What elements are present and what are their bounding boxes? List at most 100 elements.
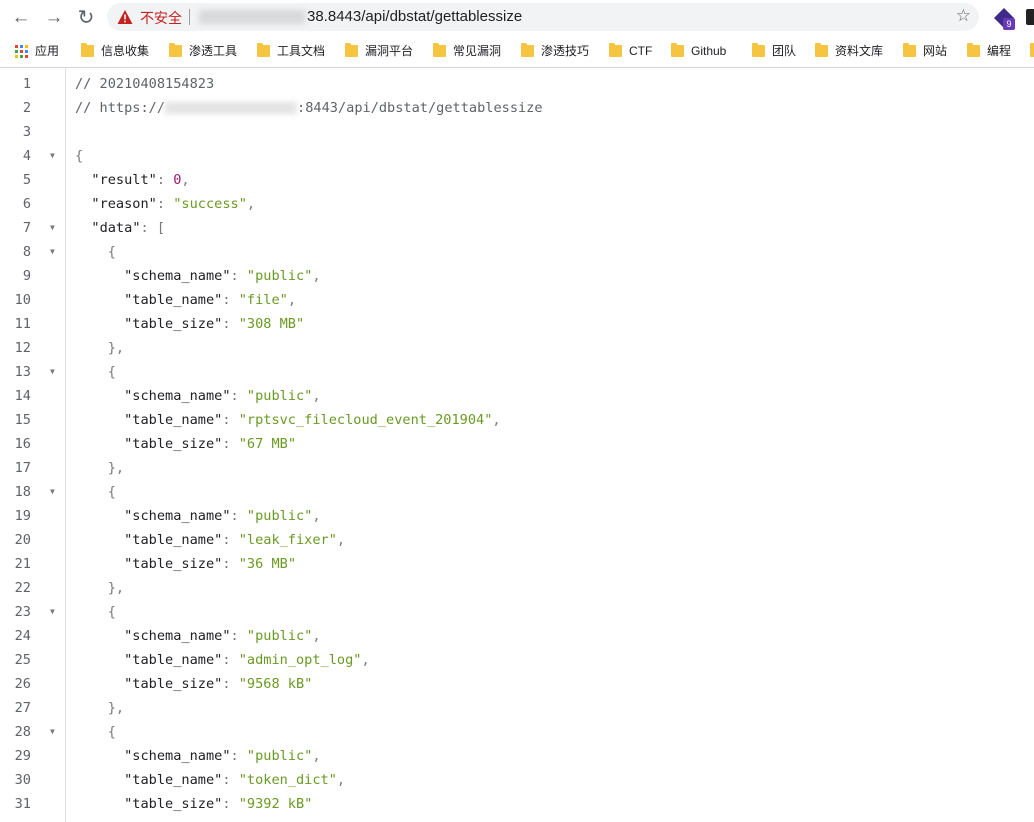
bookmark-folder-info-gathering[interactable]: 信息收集 [81,42,149,60]
json-key: result [99,172,149,188]
json-key: table_name [132,772,215,788]
line-number: 7 [22,220,31,236]
warning-icon [117,10,133,24]
line-number: 31 [14,796,31,812]
json-string: 9568 kB [246,676,305,692]
json-string: public [255,628,305,644]
code-line: 5 "result": 0, [0,168,1034,192]
line-number: 16 [14,436,31,452]
url-text[interactable]: 38.8443/api/dbstat/gettablessize [199,8,522,25]
reload-icon[interactable]: ↻ [74,6,98,30]
line-number: 28 [14,724,31,740]
folder-icon [671,43,684,57]
code-line: 22 }, [0,576,1034,600]
back-arrow-icon[interactable]: ← [9,6,33,30]
json-entry: "table_name": "rptsvc_filecloud_event_20… [75,412,501,428]
bookmark-apps[interactable]: 应用 [15,42,59,60]
bookmark-folder-programming[interactable]: 编程 [967,42,1011,60]
fold-toggle-icon[interactable]: ▼ [50,720,55,744]
code-line: 7 ▼ "data": [ [0,216,1034,240]
json-key: table_size [132,796,215,812]
fold-toggle-icon[interactable]: ▼ [50,216,55,240]
brace: { [75,484,116,500]
json-entry: "table_size": "308 MB" [75,316,305,332]
folder-icon [1030,43,1034,57]
code-line: 2 // https://:8443/api/dbstat/gettablessi… [0,96,1034,120]
json-key: schema_name [132,388,223,404]
code-line: 26 "table_size": "9568 kB" [0,672,1034,696]
bookmark-folder-pentest-tools[interactable]: 渗透工具 [169,42,237,60]
extension2-icon[interactable] [1026,9,1034,25]
bookmark-folder-library[interactable]: 资料文库 [815,42,883,60]
json-key: table_size [132,436,215,452]
apps-grid-icon [15,45,28,58]
line-number: 10 [14,292,31,308]
json-string: rptsvc_filecloud_event_201904 [246,412,485,428]
folder-icon [169,43,182,57]
url-path: 38.8443/api/dbstat/gettablessize [307,8,523,25]
code-line: 25 "table_name": "admin_opt_log", [0,648,1034,672]
browser-toolbar: ← → ↻ 不安全 38.8443/api/dbstat/gettablessi… [0,0,1034,36]
json-string: public [255,388,305,404]
code-line: 23 ▼ { [0,600,1034,624]
bookmark-folder-github[interactable]: Github [671,42,726,60]
line-number: 8 [22,244,31,260]
bookmark-folder-pentest-tips[interactable]: 渗透技巧 [521,42,589,60]
json-string: 67 MB [246,436,288,452]
bookmark-label: 漏洞平台 [365,44,414,58]
security-label[interactable]: 不安全 [140,8,182,28]
line-number: 20 [14,532,31,548]
json-entry: "schema_name": "public", [75,388,321,404]
code-line: 17 }, [0,456,1034,480]
line-number: 30 [14,772,31,788]
json-string: 36 MB [246,556,288,572]
code-line: 30 "table_name": "token_dict", [0,768,1034,792]
code-line: 20 "table_name": "leak_fixer", [0,528,1034,552]
fold-toggle-icon[interactable]: ▼ [50,480,55,504]
json-viewer: 1 // 20210408154823 2 // https://:8443/api… [0,68,1034,822]
bookmark-folder-ctf[interactable]: CTF [609,42,652,60]
json-key: schema_name [132,268,223,284]
line-number: 21 [14,556,31,572]
code-line: 9 "schema_name": "public", [0,264,1034,288]
line-number: 17 [14,460,31,476]
code-line: 15 "table_name": "rptsvc_filecloud_event… [0,408,1034,432]
line-number: 9 [22,268,31,284]
json-entry: "table_name": "leak_fixer", [75,532,346,548]
line-number: 3 [22,124,31,140]
bookmark-folder-websites[interactable]: 网站 [903,42,947,60]
bookmark-folder-common-vulns[interactable]: 常见漏洞 [433,42,501,60]
json-string: leak_fixer [246,532,329,548]
json-string: admin_opt_log [246,652,354,668]
forward-arrow-icon[interactable]: → [42,6,66,30]
separator [189,9,190,25]
fold-toggle-icon[interactable]: ▼ [50,144,55,168]
address-bar[interactable]: 不安全 38.8443/api/dbstat/gettablessize ☆ [107,3,979,31]
bookmarks-bar: 应用 信息收集 渗透工具 工具文档 漏洞平台 常见漏洞 渗透技巧 CTF Git… [0,36,1034,68]
brace: }, [75,340,125,356]
brace: { [75,364,116,380]
fold-toggle-icon[interactable]: ▼ [50,240,55,264]
bookmark-folder-overflow[interactable] [1030,42,1034,60]
json-string: public [255,508,305,524]
line-number: 15 [14,412,31,428]
line-number: 22 [14,580,31,596]
code-line: 19 "schema_name": "public", [0,504,1034,528]
code-line: 21 "table_size": "36 MB" [0,552,1034,576]
line-number: 23 [14,604,31,620]
json-entry: "result": 0, [75,172,190,188]
code-line: 4 ▼ { [0,144,1034,168]
bookmark-label: 团队 [772,44,797,58]
bookmark-folder-vuln-platforms[interactable]: 漏洞平台 [345,42,413,60]
folder-icon [345,43,358,57]
code-line: 13 ▼ { [0,360,1034,384]
bookmark-folder-team[interactable]: 团队 [752,42,796,60]
code-line: 6 "reason": "success", [0,192,1034,216]
line-number: 24 [14,628,31,644]
comment-url-prefix: // https:// [75,100,166,116]
bookmark-folder-tool-docs[interactable]: 工具文档 [257,42,325,60]
bookmark-star-icon[interactable]: ☆ [956,6,971,26]
fold-toggle-icon[interactable]: ▼ [50,360,55,384]
fold-toggle-icon[interactable]: ▼ [50,600,55,624]
json-key: table_name [132,652,215,668]
